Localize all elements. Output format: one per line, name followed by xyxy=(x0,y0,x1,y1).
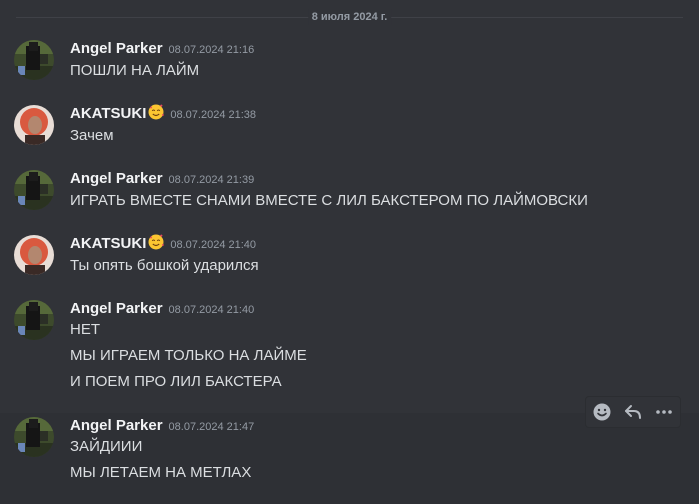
message-header: Angel Parker 08.07.2024 21:16 xyxy=(70,39,254,60)
username[interactable]: Angel Parker xyxy=(70,417,163,434)
message-header: Angel Parker 08.07.2024 21:47 xyxy=(70,416,254,437)
avatar[interactable] xyxy=(14,40,54,80)
message-header: Angel Parker 08.07.2024 21:40 xyxy=(70,299,254,320)
timestamp[interactable]: 08.07.2024 21:40 xyxy=(169,304,255,316)
username[interactable]: Angel Parker xyxy=(70,170,163,187)
message-text: ЗАЙДИИИ xyxy=(70,438,143,455)
message[interactable]: AKATSUKI 08.07.2024 21:40 Ты опять бошкой… xyxy=(0,231,699,285)
timestamp[interactable]: 08.07.2024 21:39 xyxy=(169,174,255,186)
smiling-face-with-hearts-icon xyxy=(148,233,165,251)
message-text: НЕТ xyxy=(70,321,100,338)
message-text: Ты опять бошкой ударился xyxy=(70,257,259,274)
timestamp[interactable]: 08.07.2024 21:16 xyxy=(169,44,255,56)
username[interactable]: AKATSUKI xyxy=(70,235,146,252)
timestamp[interactable]: 08.07.2024 21:40 xyxy=(170,239,256,251)
reply-icon[interactable] xyxy=(620,399,646,425)
message-text: МЫ ЛЕТАЕМ НА МЕТЛАХ xyxy=(70,464,252,481)
message-text: Зачем xyxy=(70,127,114,144)
avatar[interactable] xyxy=(14,170,54,210)
message[interactable]: Angel Parker 08.07.2024 21:16 ПОШЛИ НА ЛА… xyxy=(0,36,699,90)
avatar[interactable] xyxy=(14,300,54,340)
message-header: AKATSUKI 08.07.2024 21:38 xyxy=(70,103,256,125)
timestamp[interactable]: 08.07.2024 21:47 xyxy=(169,421,255,433)
message-text: И ПОЕМ ПРО ЛИЛ БАКСТЕРА xyxy=(70,373,282,390)
username[interactable]: AKATSUKI xyxy=(70,105,146,122)
avatar[interactable] xyxy=(14,235,54,275)
username[interactable]: Angel Parker xyxy=(70,300,163,317)
message[interactable]: AKATSUKI 08.07.2024 21:38 Зачем xyxy=(0,101,699,155)
message-actions-toolbar xyxy=(585,396,681,428)
add-reaction-icon[interactable] xyxy=(589,399,615,425)
message-header: AKATSUKI 08.07.2024 21:40 xyxy=(70,233,256,255)
message[interactable]: Angel Parker 08.07.2024 21:39 ИГРАТЬ ВМЕС… xyxy=(0,166,699,220)
avatar[interactable] xyxy=(14,417,54,457)
message-text: ПОШЛИ НА ЛАЙМ xyxy=(70,62,200,79)
message-text: МЫ ИГРАЕМ ТОЛЬКО НА ЛАЙМЕ xyxy=(70,347,307,364)
date-divider-label: 8 июля 2024 г. xyxy=(307,9,392,25)
message-text: ИГРАТЬ ВМЕСТЕ СНАМИ ВМЕСТЕ С ЛИЛ БАКСТЕР… xyxy=(70,192,588,209)
avatar[interactable] xyxy=(14,105,54,145)
username[interactable]: Angel Parker xyxy=(70,40,163,57)
message[interactable]: Angel Parker 08.07.2024 21:40 НЕТ МЫ ИГРА… xyxy=(0,296,699,396)
message-header: Angel Parker 08.07.2024 21:39 xyxy=(70,169,254,190)
timestamp[interactable]: 08.07.2024 21:38 xyxy=(170,109,256,121)
more-icon[interactable] xyxy=(651,399,677,425)
date-divider: 8 июля 2024 г. xyxy=(16,9,683,25)
smiling-face-with-hearts-icon xyxy=(148,103,165,121)
